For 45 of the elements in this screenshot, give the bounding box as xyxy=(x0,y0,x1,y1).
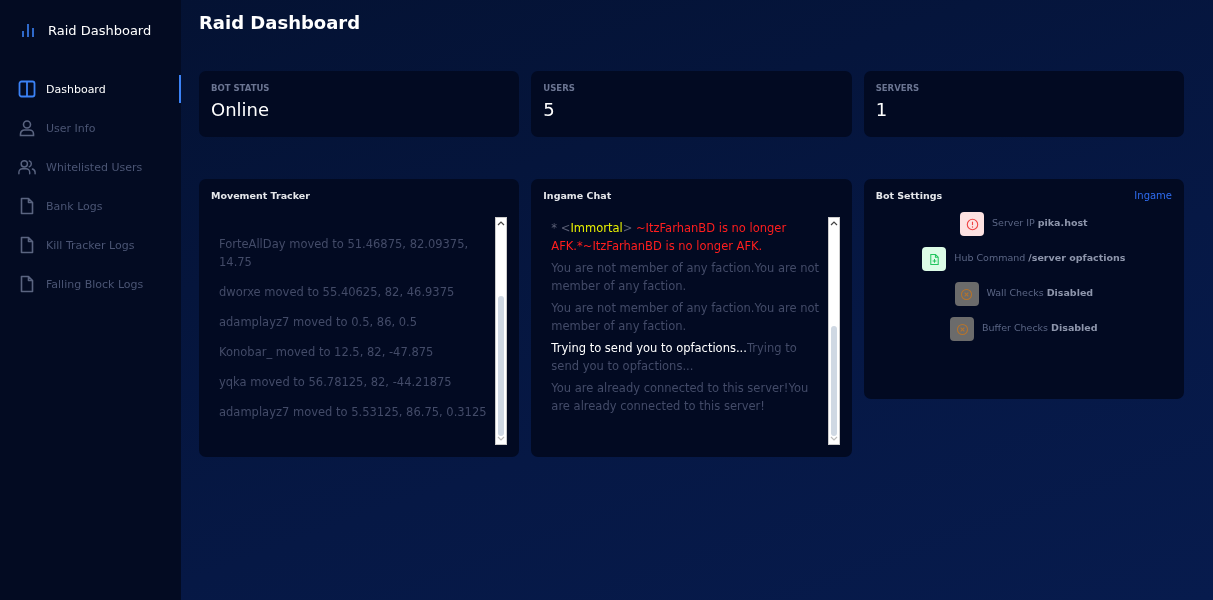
user-icon xyxy=(18,119,36,137)
ingame-link[interactable]: Ingame xyxy=(1134,190,1172,201)
sidebar-item[interactable]: Bank Logs xyxy=(0,192,181,220)
page-title: Raid Dashboard xyxy=(199,12,362,35)
movement-entry: adamplayz7 moved to 0.5, 86, 0.5 xyxy=(219,314,419,331)
setting-text: Buffer Checks Disabled xyxy=(982,322,1098,333)
setting-text: Hub Command /server opfactions xyxy=(954,252,1126,263)
stat-value: 5 xyxy=(543,99,556,120)
movement-entry: ForteAllDay moved to 51.46875, 82.09375, 14.75 xyxy=(219,236,470,271)
panel-title: Bot Settings xyxy=(875,190,943,201)
chat-message: * <Immortal> ~ItzFarhanBD is no longer AFK.*~ItzFarhanBD is no longer AFK. xyxy=(551,220,788,255)
scrollbar-thumb[interactable] xyxy=(498,296,505,436)
stat-value: Online xyxy=(211,99,271,120)
setting-text: Server IP pika.host xyxy=(992,217,1088,228)
scrollbar-thumb[interactable] xyxy=(830,326,837,436)
sidebar-item[interactable]: Falling Block Logs xyxy=(0,270,181,298)
alert-icon xyxy=(960,212,984,236)
stat-value: 1 xyxy=(875,99,889,120)
sidebar-item[interactable]: Whitelisted Users xyxy=(0,153,181,181)
movement-entry: dworxe moved to 55.40625, 82, 46.9375 xyxy=(219,284,456,301)
file-icon xyxy=(18,236,36,254)
sidebar-item[interactable]: User Info xyxy=(0,114,181,142)
scrollbar[interactable] xyxy=(495,217,508,445)
file-icon xyxy=(18,275,36,293)
setting-text: Wall Checks Disabled xyxy=(986,287,1094,298)
scrollbar[interactable] xyxy=(827,217,840,445)
movement-entry: Konobar_ moved to 12.5, 82, -47.875 xyxy=(219,344,435,361)
sidebar-item[interactable]: Kill Tracker Logs xyxy=(0,231,181,259)
panel-title: Ingame Chat xyxy=(543,190,612,201)
movement-entry: adamplayz7 moved to 5.53125, 86.75, 0.3125 xyxy=(219,404,488,421)
columns-icon xyxy=(18,80,36,98)
chat-message: You are already connected to this server!You are already connected to this server! xyxy=(551,380,810,415)
chat-message: You are not member of any faction.You are not member of any faction. xyxy=(551,260,820,295)
panel-title: Movement Tracker xyxy=(211,190,310,201)
file-plus-icon xyxy=(922,247,947,271)
chat-message: Trying to send you to opfactions...Trying to send you to opfactions... xyxy=(551,340,798,375)
brand-title: Raid Dashboard xyxy=(48,22,152,38)
file-icon xyxy=(18,197,36,215)
stat-label: BOT STATUS xyxy=(211,83,271,93)
chat-message: You are not member of any faction.You are not member of any faction. xyxy=(551,300,820,335)
stat-label: USERS xyxy=(543,83,576,93)
movement-entry: yqka moved to 56.78125, 82, -44.21875 xyxy=(219,374,453,391)
stat-label: SERVERS xyxy=(875,83,921,93)
users-icon xyxy=(18,158,36,176)
bar-chart-icon xyxy=(22,23,34,37)
